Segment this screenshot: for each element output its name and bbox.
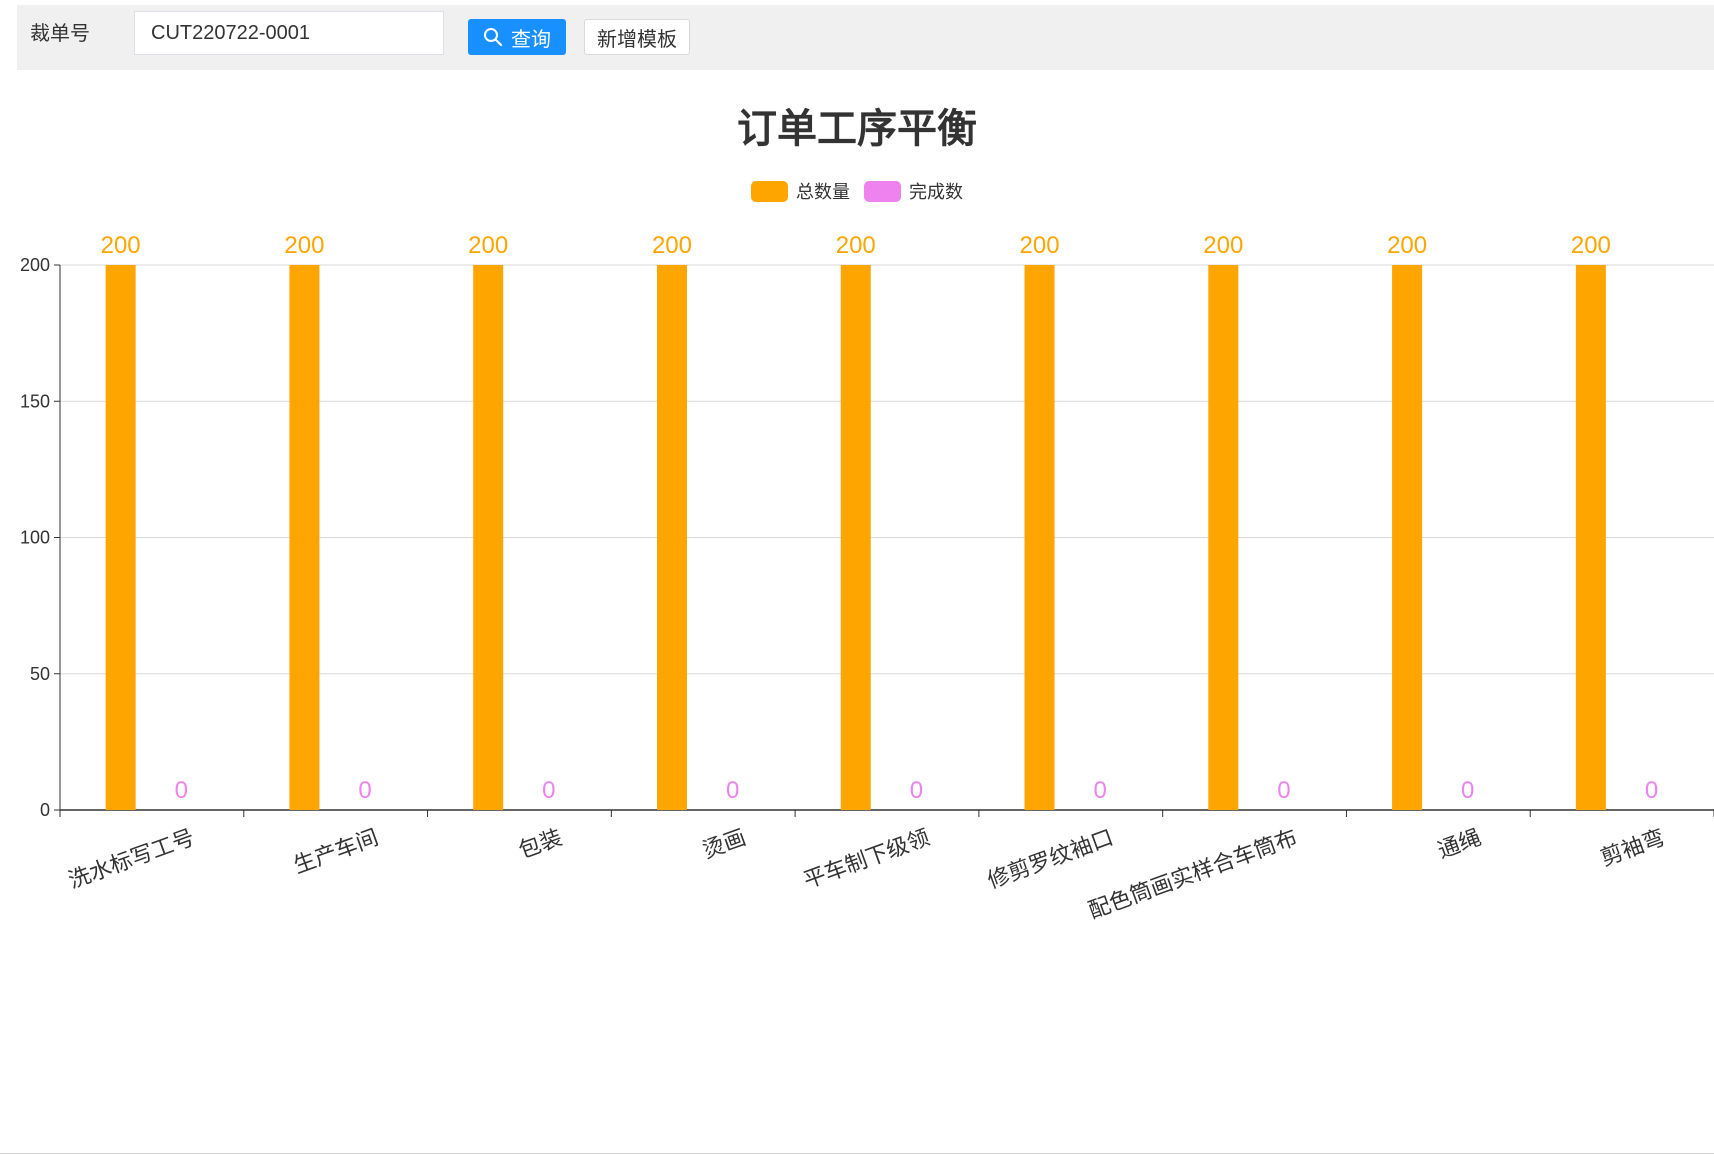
data-label-completed: 0 <box>175 777 188 804</box>
y-tick-label: 100 <box>20 528 50 548</box>
y-tick-label: 50 <box>30 664 50 684</box>
x-category-label: 配色筒画实样合车筒布 <box>1085 824 1300 923</box>
x-category-label: 剪袖弯 <box>1597 824 1668 870</box>
data-label-completed: 0 <box>1094 777 1107 804</box>
x-category-label: 平车制下级领 <box>800 824 933 893</box>
data-label-total: 200 <box>836 232 876 259</box>
x-category-label: 烫画 <box>699 824 749 863</box>
data-label-total: 200 <box>468 232 508 259</box>
data-label-total: 200 <box>1387 232 1427 259</box>
data-label-total: 200 <box>1020 232 1060 259</box>
bar-total[interactable] <box>289 265 320 810</box>
bar-total[interactable] <box>840 265 871 810</box>
data-label-completed: 0 <box>726 777 739 804</box>
y-tick-label: 0 <box>40 800 50 820</box>
bar-total[interactable] <box>1024 265 1055 810</box>
x-category-label: 包装 <box>515 824 565 863</box>
bar-total[interactable] <box>1392 265 1423 810</box>
x-category-label: 通绳 <box>1434 824 1484 863</box>
bar-total[interactable] <box>1208 265 1239 810</box>
data-label-completed: 0 <box>910 777 923 804</box>
data-label-total: 200 <box>1203 232 1243 259</box>
y-tick-label: 150 <box>20 391 50 411</box>
x-category-label: 洗水标写工号 <box>65 824 198 893</box>
bar-chart: 0 50 100 150 200 200 0 洗水标写工号 200 0 生产车间 200 0 包装 200 0… <box>20 232 1714 923</box>
data-label-total: 200 <box>284 232 324 259</box>
data-label-completed: 0 <box>358 777 371 804</box>
x-category-label: 修剪罗纹袖口 <box>984 824 1117 893</box>
bar-total[interactable] <box>1575 265 1606 810</box>
y-tick-label: 200 <box>20 255 50 275</box>
data-label-completed: 0 <box>542 777 555 804</box>
x-category-label: 生产车间 <box>290 824 381 878</box>
data-label-completed: 0 <box>1461 777 1474 804</box>
bar-total[interactable] <box>656 265 687 810</box>
bar-total[interactable] <box>473 265 504 810</box>
bar-total[interactable] <box>105 265 136 810</box>
data-label-completed: 0 <box>1277 777 1290 804</box>
data-label-completed: 0 <box>1645 777 1658 804</box>
data-label-total: 200 <box>101 232 141 259</box>
data-label-total: 200 <box>1571 232 1611 259</box>
data-label-total: 200 <box>652 232 692 259</box>
